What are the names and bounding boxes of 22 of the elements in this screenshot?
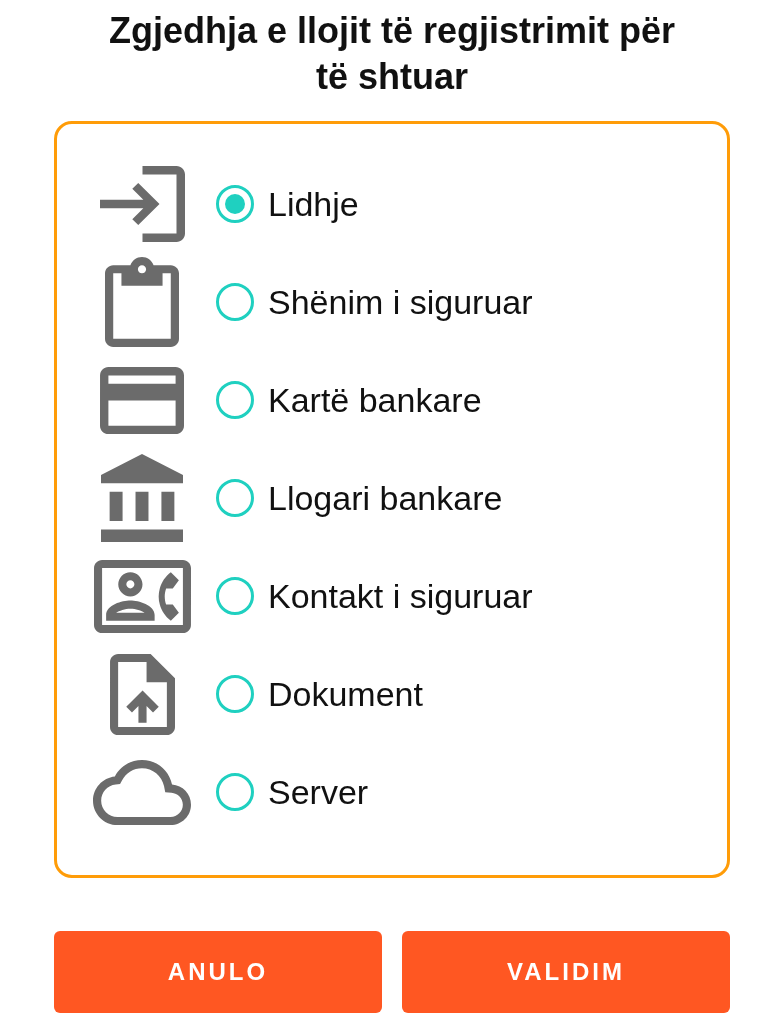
option-label[interactable]: Lidhje (268, 184, 359, 224)
credit-card-icon (100, 366, 184, 434)
contact-card-icon (93, 559, 191, 633)
radio-button[interactable] (216, 577, 254, 615)
cloud-icon (93, 759, 191, 825)
clipboard-icon (105, 257, 179, 347)
option-label[interactable]: Server (268, 772, 369, 812)
radio-button[interactable] (216, 773, 254, 811)
radio-button[interactable] (216, 675, 254, 713)
dialog-title: Zgjedhja e llojit të regjistrimit për të shtuar (107, 9, 677, 99)
option-label[interactable]: Kontakt i siguruar (268, 576, 533, 616)
radio-button[interactable] (216, 479, 254, 517)
option-label[interactable]: Llogari bankare (268, 478, 503, 518)
option-label[interactable]: Shënim i siguruar (268, 282, 533, 322)
option-label[interactable]: Kartë bankare (268, 380, 482, 420)
option-label[interactable]: Dokument (268, 674, 423, 714)
radio-button[interactable] (216, 185, 254, 223)
radio-button[interactable] (216, 283, 254, 321)
bank-building-icon (101, 454, 183, 542)
file-upload-icon (109, 653, 175, 735)
radio-button[interactable] (216, 381, 254, 419)
arrow-into-bracket-icon (99, 166, 185, 242)
